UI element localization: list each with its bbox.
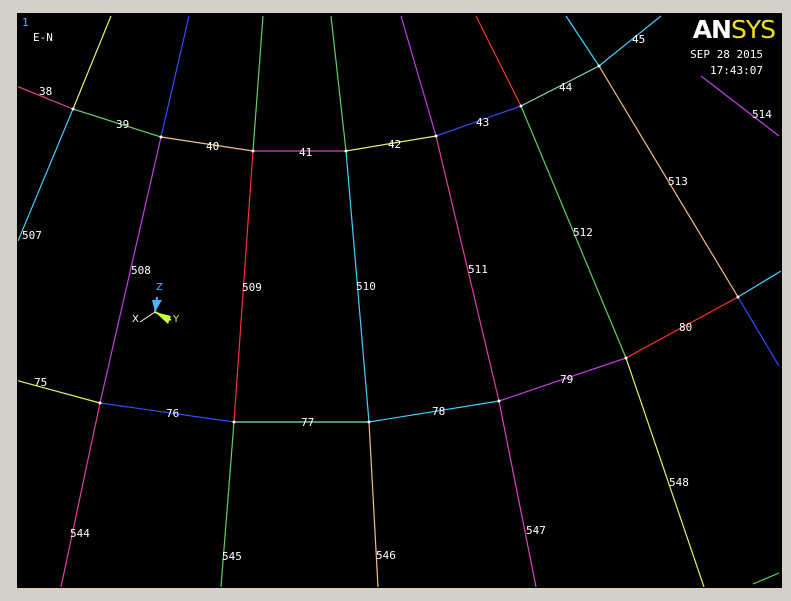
- node-point: [624, 356, 628, 360]
- mesh-edge: [752, 572, 780, 585]
- element-label-79: 79: [560, 373, 573, 386]
- element-label-43: 43: [476, 116, 489, 129]
- element-label-41: 41: [299, 146, 312, 159]
- element-edge-507: [18, 108, 74, 242]
- node-point: [71, 107, 75, 111]
- mesh-edge: [475, 15, 522, 107]
- plot-time: 17:43:07: [710, 64, 763, 77]
- triad-z-label: Z: [156, 282, 163, 293]
- element-edge-546: [368, 421, 379, 587]
- element-edge-548: [625, 357, 705, 587]
- node-point: [159, 135, 163, 139]
- triad-x-axis: [139, 311, 156, 323]
- element-label-80: 80: [679, 321, 692, 334]
- node-point: [597, 64, 601, 68]
- element-label-546: 546: [376, 549, 396, 562]
- element-label-547: 547: [526, 524, 546, 537]
- triad-y-label: Y: [172, 314, 180, 325]
- element-labels: 38 39 40 41 42 43 44 45 507 508 509 510 511 512 513 514…: [22, 33, 772, 563]
- node-point: [434, 134, 438, 138]
- window-number: 1: [22, 16, 29, 29]
- element-edge-547: [498, 400, 537, 587]
- element-label-548: 548: [669, 476, 689, 489]
- triad-x-label: X: [132, 314, 139, 325]
- node-point: [344, 149, 348, 153]
- mesh-edge: [72, 15, 112, 110]
- element-label-75: 75: [34, 376, 47, 389]
- element-label-39: 39: [116, 118, 129, 131]
- element-label-545: 545: [222, 550, 242, 563]
- node-point: [497, 399, 501, 403]
- element-plot: 38 39 40 41 42 43 44 45 507 508 509 510 511 512 513 514…: [18, 15, 781, 587]
- element-label-509: 509: [242, 281, 262, 294]
- plot-date: SEP 28 2015: [690, 48, 763, 61]
- element-edge-45: [598, 15, 662, 67]
- element-label-76: 76: [166, 407, 179, 420]
- element-label-513: 513: [668, 175, 688, 188]
- element-edge-75: [18, 380, 101, 404]
- element-edge-514: [700, 75, 780, 137]
- element-label-508: 508: [131, 264, 151, 277]
- mesh-edge: [565, 15, 600, 67]
- element-edge-544: [60, 402, 101, 587]
- ansys-logo: ANSYS: [692, 15, 776, 44]
- coordinate-triad: Z X Y: [132, 282, 180, 325]
- node-point: [232, 420, 236, 424]
- graphics-window-frame: 38 39 40 41 42 43 44 45 507 508 509 510 511 512 513 514…: [0, 0, 791, 601]
- element-edges: [18, 15, 781, 587]
- element-label-512: 512: [573, 226, 593, 239]
- logo-sys: SYS: [730, 15, 776, 44]
- element-label-44: 44: [559, 81, 573, 94]
- mesh-edge: [330, 15, 347, 152]
- mesh-edge: [400, 15, 437, 137]
- element-label-507: 507: [22, 229, 42, 242]
- element-label-511: 511: [468, 263, 488, 276]
- element-label-40: 40: [206, 140, 219, 153]
- node-point: [367, 420, 371, 424]
- mesh-edge: [737, 270, 781, 298]
- element-label-77: 77: [301, 416, 314, 429]
- mesh-edge: [160, 15, 190, 138]
- triad-y-arrow: [155, 312, 171, 324]
- element-label-514: 514: [752, 108, 772, 121]
- node-point: [251, 149, 255, 153]
- element-label-42: 42: [388, 138, 401, 151]
- node-point: [736, 295, 740, 299]
- node-point: [98, 401, 102, 405]
- triad-z-arrow: [152, 300, 162, 312]
- element-label-38: 38: [39, 85, 52, 98]
- mesh-edge: [252, 15, 264, 152]
- element-label-78: 78: [432, 405, 445, 418]
- mesh-edge: [737, 296, 780, 367]
- element-nodes: [71, 64, 740, 424]
- plot-mode-label: E-N: [33, 31, 53, 44]
- element-label-544: 544: [70, 527, 90, 540]
- element-label-510: 510: [356, 280, 376, 293]
- node-point: [519, 104, 523, 108]
- element-label-45: 45: [632, 33, 645, 46]
- logo-an: AN: [692, 15, 732, 44]
- graphics-viewport[interactable]: 38 39 40 41 42 43 44 45 507 508 509 510 511 512 513 514…: [17, 13, 782, 588]
